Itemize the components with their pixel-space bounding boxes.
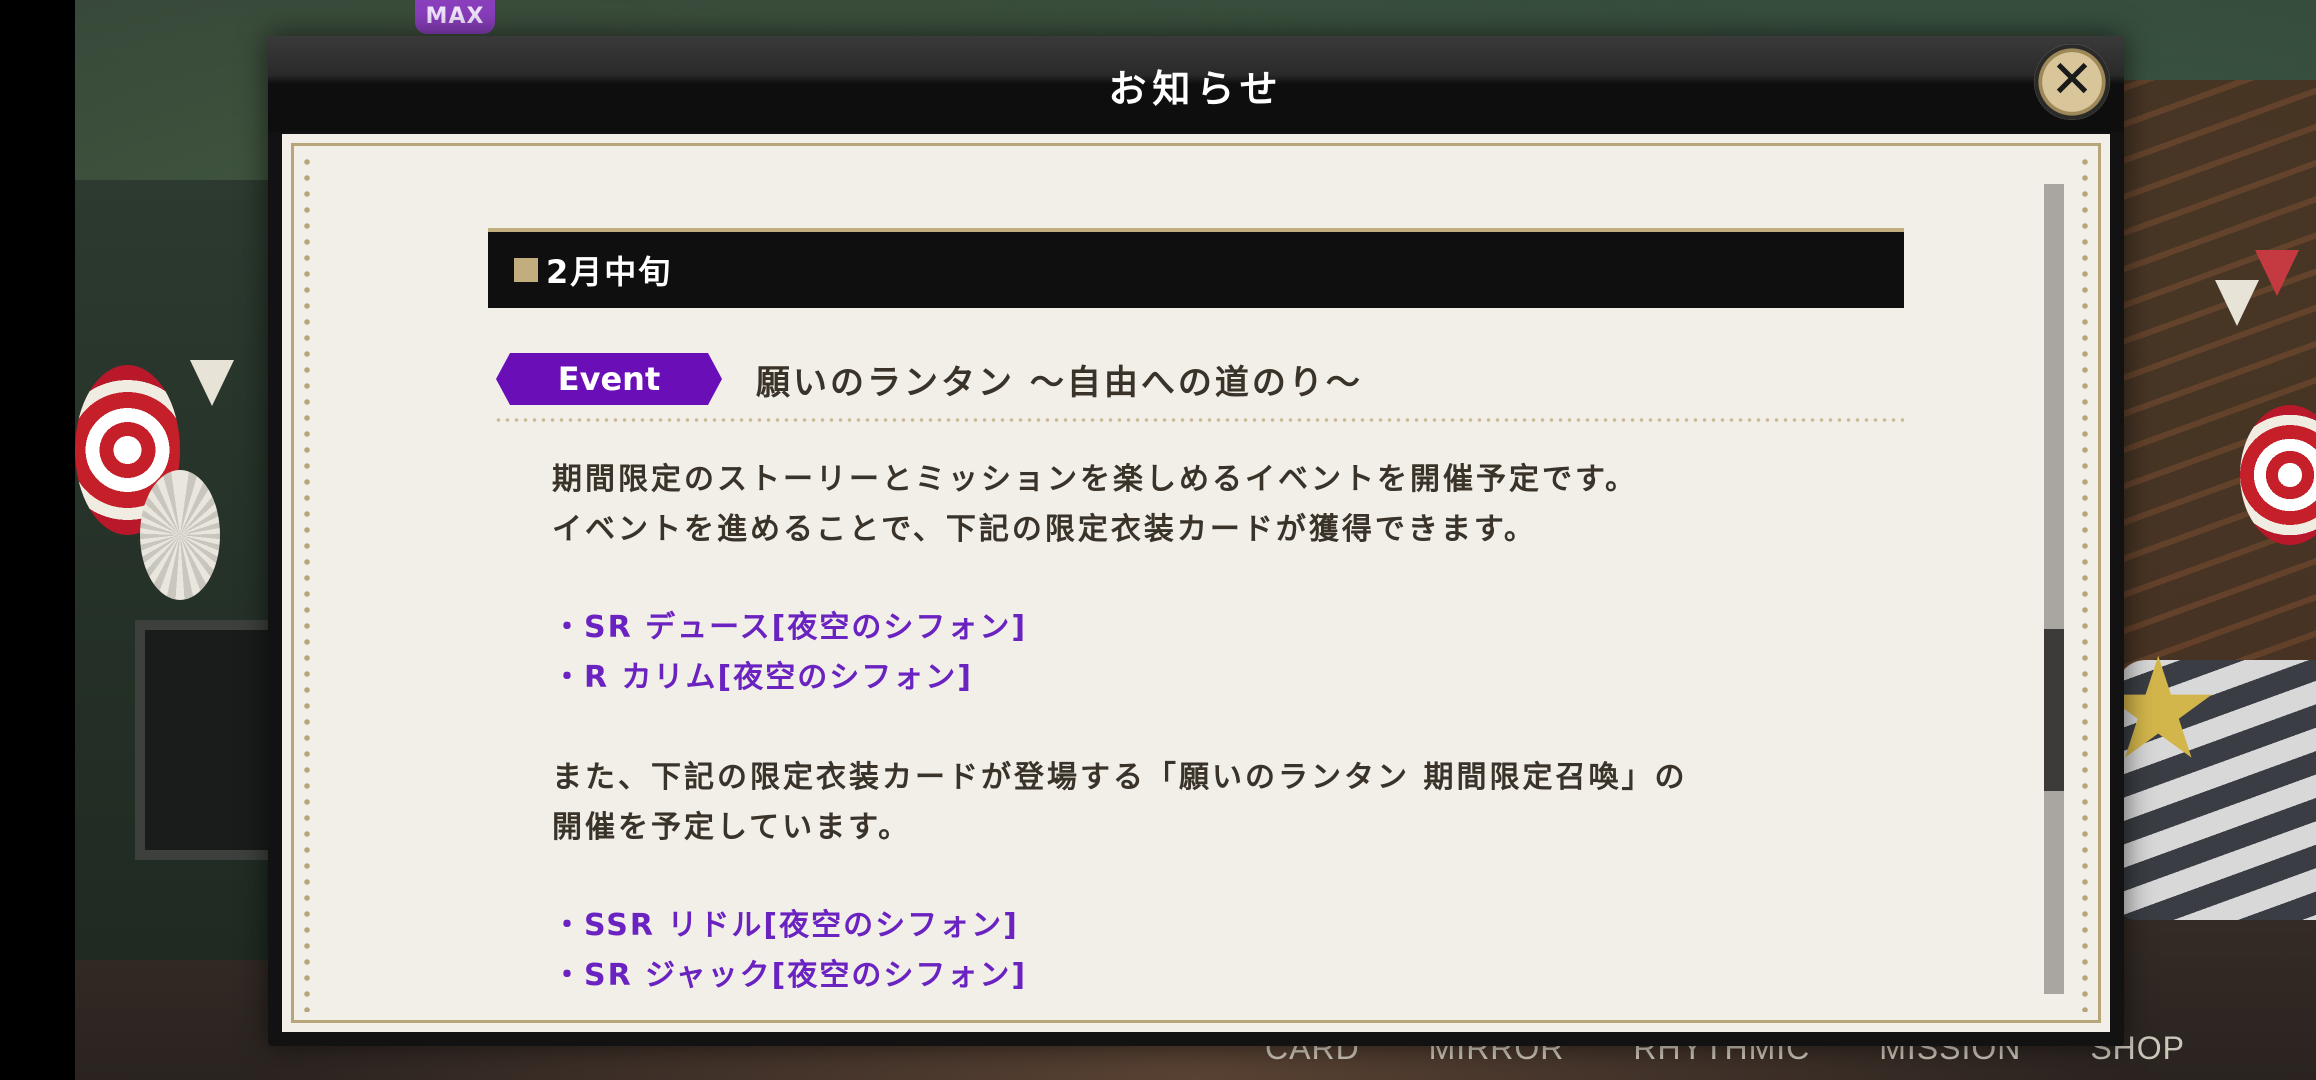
scrollbar-thumb[interactable] bbox=[2044, 629, 2064, 791]
summon-card-item: ・SSR リドル[夜空のシフォン] bbox=[552, 908, 1019, 943]
notice-panel[interactable]: 2月中旬 Event 願いのランタン 〜自由への道のり〜 期間限定のストーリーと… bbox=[282, 134, 2110, 1032]
dialog-header: お知らせ ✕ bbox=[268, 36, 2124, 132]
decor-pennant bbox=[2255, 250, 2299, 296]
body-text-line: また、下記の限定衣装カードが登場する「願いのランタン 期間限定召喚」の bbox=[552, 760, 1688, 795]
event-row: Event 願いのランタン 〜自由への道のり〜 bbox=[496, 352, 1363, 406]
scrollbar-track[interactable] bbox=[2044, 184, 2064, 994]
event-tag: Event bbox=[496, 353, 722, 405]
close-button[interactable]: ✕ bbox=[2034, 44, 2110, 120]
background-fireplace bbox=[135, 620, 285, 860]
body-text-line: 期間限定のストーリーとミッションを楽しめるイベントを開催予定です。 bbox=[552, 462, 1638, 497]
section-heading-bar: 2月中旬 bbox=[488, 228, 1904, 308]
body-text-line: イベントを進めることで、下記の限定衣装カードが獲得できます。 bbox=[552, 512, 1537, 547]
summon-card-item: ・SR ジャック[夜空のシフォン] bbox=[552, 958, 1028, 993]
body-text-line: 開催を予定しています。 bbox=[552, 810, 912, 845]
decor-pennant bbox=[2215, 280, 2259, 326]
decor-rosette-left bbox=[140, 470, 220, 600]
event-card-item: ・SR デュース[夜空のシフォン] bbox=[552, 610, 1028, 645]
event-card-item: ・R カリム[夜空のシフォン] bbox=[552, 660, 973, 695]
notice-content: 2月中旬 Event 願いのランタン 〜自由への道のり〜 期間限定のストーリーと… bbox=[282, 134, 2110, 1032]
event-title: 願いのランタン 〜自由への道のり〜 bbox=[756, 362, 1363, 403]
decor-pennant bbox=[190, 360, 234, 406]
max-badge: MAX bbox=[415, 0, 495, 34]
heading-square-icon bbox=[514, 258, 538, 282]
section-heading: 2月中旬 bbox=[546, 253, 673, 291]
notice-dialog: お知らせ ✕ 2月中旬 Event 願いのランタン 〜自由への道のり〜 期間限定… bbox=[268, 36, 2124, 1046]
dotted-divider bbox=[494, 418, 1904, 422]
dialog-title: お知らせ bbox=[1108, 67, 1284, 111]
close-icon: ✕ bbox=[2050, 50, 2094, 110]
